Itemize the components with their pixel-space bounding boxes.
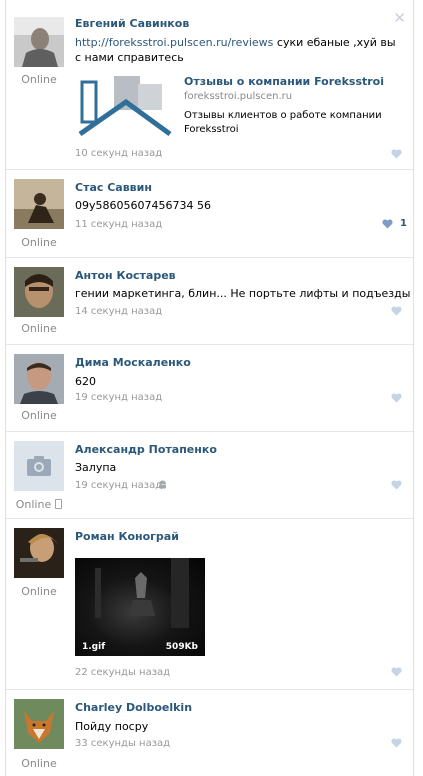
close-icon[interactable]: ✕ [393, 9, 406, 27]
post-text: 09у58605607456734 56 [75, 199, 211, 212]
post-author[interactable]: Александр Потапенко [75, 443, 217, 456]
avatar-photo [14, 267, 64, 317]
post-4: Online Дима Москаленко 620 19 секунд наз… [6, 345, 413, 432]
like-heart-icon[interactable] [391, 667, 402, 677]
online-status: Online [21, 409, 57, 422]
post-author[interactable]: Антон Костарев [75, 269, 176, 282]
link-card-domain: foreksstroi.pulscen.ru [184, 91, 293, 102]
gif-preview [95, 558, 189, 628]
camera-icon [14, 441, 64, 491]
avatar-photo [14, 179, 64, 229]
feed: Online Евгений Савинков ✕ http://forekss… [5, 0, 414, 776]
android-icon [159, 480, 166, 489]
avatar-photo [14, 17, 64, 67]
online-status: Online [21, 322, 57, 335]
avatar[interactable] [14, 354, 64, 404]
post-1: Online Евгений Савинков ✕ http://forekss… [6, 0, 413, 170]
post-5: Online Александр Потапенко Залупа 19 сек… [6, 432, 413, 519]
like-heart-icon[interactable] [391, 393, 402, 403]
post-time[interactable]: 10 секунд назад [75, 148, 162, 159]
gif-attachment[interactable]: 1.gif 509Kb [75, 558, 205, 656]
post-text: 620 [75, 375, 96, 388]
post-time[interactable]: 14 секунд назад [75, 306, 162, 317]
gif-filesize: 509Kb [165, 642, 198, 652]
post-author[interactable]: Дима Москаленко [75, 356, 191, 369]
avatar-photo [14, 354, 64, 404]
post-time[interactable]: 33 секунды назад [75, 738, 170, 749]
post-author[interactable]: Charley Dolboelkin [75, 701, 192, 714]
post-time[interactable]: 22 секунды назад [75, 667, 170, 678]
link-card-description: Отзывы клиентов о работе компании Foreks… [184, 110, 382, 135]
avatar[interactable] [14, 179, 64, 229]
online-status: Online [21, 236, 57, 249]
gif-filename: 1.gif [82, 642, 106, 652]
link-card-logo[interactable] [78, 72, 174, 136]
avatar[interactable] [14, 528, 64, 578]
avatar-photo [14, 528, 64, 578]
post-time[interactable]: 19 секунд назад [75, 480, 162, 491]
avatar[interactable] [14, 699, 64, 749]
mobile-icon [55, 499, 63, 509]
avatar[interactable] [14, 17, 64, 67]
post-author[interactable]: Стас Саввин [75, 181, 152, 194]
online-status: Online [21, 585, 57, 598]
post-author[interactable]: Евгений Савинков [75, 17, 189, 30]
like-count[interactable]: 1 [400, 218, 407, 229]
like-heart-icon[interactable] [382, 219, 393, 229]
post-6: Online Роман Конограй 1.gif 509Kb 22 сек… [6, 519, 413, 690]
post-text: Пойду посру [75, 720, 149, 733]
like-heart-icon[interactable] [391, 738, 402, 748]
post-7: Online Charley Dolboelkin Пойду посру 33… [6, 690, 413, 776]
like-heart-icon[interactable] [391, 480, 402, 490]
post-link[interactable]: http://foreksstroi.pulscen.ru/reviews [75, 36, 273, 49]
post-author[interactable]: Роман Конограй [75, 530, 179, 543]
online-status: Online [6, 498, 72, 511]
avatar-photo [14, 699, 64, 749]
online-status: Online [21, 757, 57, 770]
post-3: Online Антон Костарев гении маркетинга, … [6, 258, 413, 345]
post-time[interactable]: 11 секунд назад [75, 219, 162, 230]
post-2: Online Стас Саввин 09у58605607456734 56 … [6, 170, 413, 258]
post-text: Залупа [75, 461, 117, 474]
post-time[interactable]: 19 секунд назад [75, 392, 162, 403]
like-heart-icon[interactable] [391, 306, 402, 316]
avatar[interactable] [14, 441, 64, 491]
online-status: Online [21, 73, 57, 86]
avatar[interactable] [14, 267, 64, 317]
link-card-title[interactable]: Отзывы о компании Foreksstroi [184, 75, 384, 88]
post-text: гении маркетинга, блин... Не портьте лиф… [75, 287, 411, 300]
like-heart-icon[interactable] [391, 149, 402, 159]
post-text: http://foreksstroi.pulscen.ru/reviews су… [75, 36, 396, 64]
